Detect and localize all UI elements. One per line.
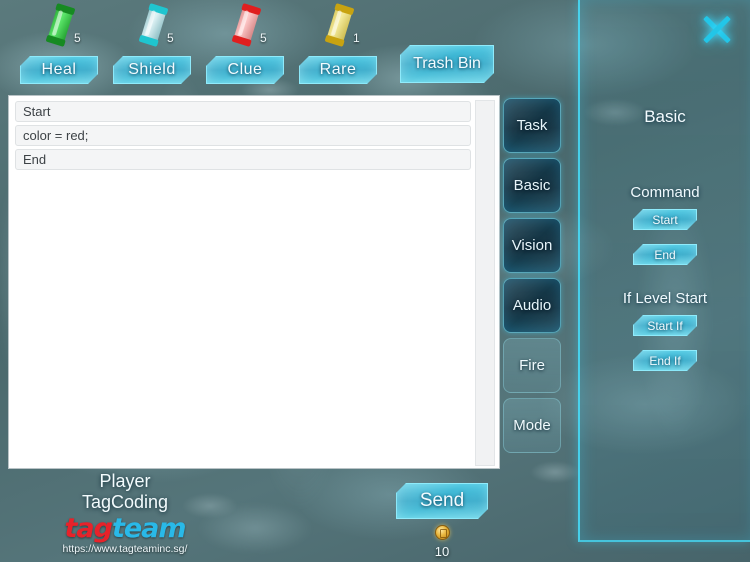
trash-bin-button[interactable]: Trash Bin bbox=[400, 45, 494, 83]
tab-mode[interactable]: Mode bbox=[503, 398, 561, 453]
player-info: Player TagCoding tagteam https://www.tag… bbox=[0, 471, 250, 555]
command-button-end[interactable]: End bbox=[633, 244, 697, 265]
panel-title: Basic bbox=[644, 107, 686, 126]
tab-task[interactable]: Task bbox=[503, 98, 561, 153]
tab-audio[interactable]: Audio bbox=[503, 278, 561, 333]
command-button-end-if[interactable]: End If bbox=[633, 350, 697, 371]
inventory-count: 5 bbox=[167, 31, 174, 45]
close-icon[interactable] bbox=[700, 12, 734, 46]
editor-scrollbar[interactable] bbox=[475, 100, 495, 466]
panel-group-label-if-level-start: If Level Start bbox=[622, 290, 708, 307]
code-line[interactable]: End bbox=[15, 149, 471, 170]
coin-count: 10 bbox=[434, 544, 450, 559]
code-line[interactable]: Start bbox=[15, 101, 471, 122]
brand-logo-tag: tag bbox=[64, 513, 112, 545]
command-button-start-if[interactable]: Start If bbox=[633, 315, 697, 336]
game-screen: 5 5 5 1 Heal Shield Clue Rare Trash Bin … bbox=[0, 0, 750, 562]
panel-group-label-command: Command bbox=[630, 184, 700, 201]
send-button[interactable]: Send bbox=[396, 483, 488, 519]
potion-vial-icon bbox=[45, 3, 76, 47]
inventory-count: 1 bbox=[353, 31, 360, 45]
player-name: TagCoding bbox=[81, 491, 169, 512]
player-label: Player bbox=[99, 471, 151, 491]
code-line-list: Start color = red; End bbox=[15, 101, 471, 173]
potion-button-rare[interactable]: Rare bbox=[299, 56, 377, 84]
code-editor-panel: Start color = red; End bbox=[8, 95, 500, 469]
inventory-count: 5 bbox=[74, 31, 81, 45]
brand-logo: tagteam bbox=[0, 515, 250, 542]
command-panel: Basic Command Start End If Level Start S… bbox=[578, 0, 750, 542]
coin-icon bbox=[434, 525, 450, 540]
tab-basic[interactable]: Basic bbox=[503, 158, 561, 213]
tab-vision[interactable]: Vision bbox=[503, 218, 561, 273]
potion-vial-icon bbox=[231, 3, 262, 47]
command-button-start[interactable]: Start bbox=[633, 209, 697, 230]
potion-vial-icon bbox=[324, 3, 355, 47]
category-tab-list: Task Basic Vision Audio Fire Mode bbox=[503, 98, 563, 458]
potion-button-heal[interactable]: Heal bbox=[20, 56, 98, 84]
potion-vial-icon bbox=[138, 3, 169, 47]
coin-balance: 10 bbox=[396, 525, 488, 559]
potion-button-clue[interactable]: Clue bbox=[206, 56, 284, 84]
tab-fire[interactable]: Fire bbox=[503, 338, 561, 393]
brand-url[interactable]: https://www.tagteaminc.sg/ bbox=[0, 543, 250, 555]
brand-logo-team: team bbox=[111, 513, 187, 545]
code-line[interactable]: color = red; bbox=[15, 125, 471, 146]
potion-button-shield[interactable]: Shield bbox=[113, 56, 191, 84]
inventory-count: 5 bbox=[260, 31, 267, 45]
